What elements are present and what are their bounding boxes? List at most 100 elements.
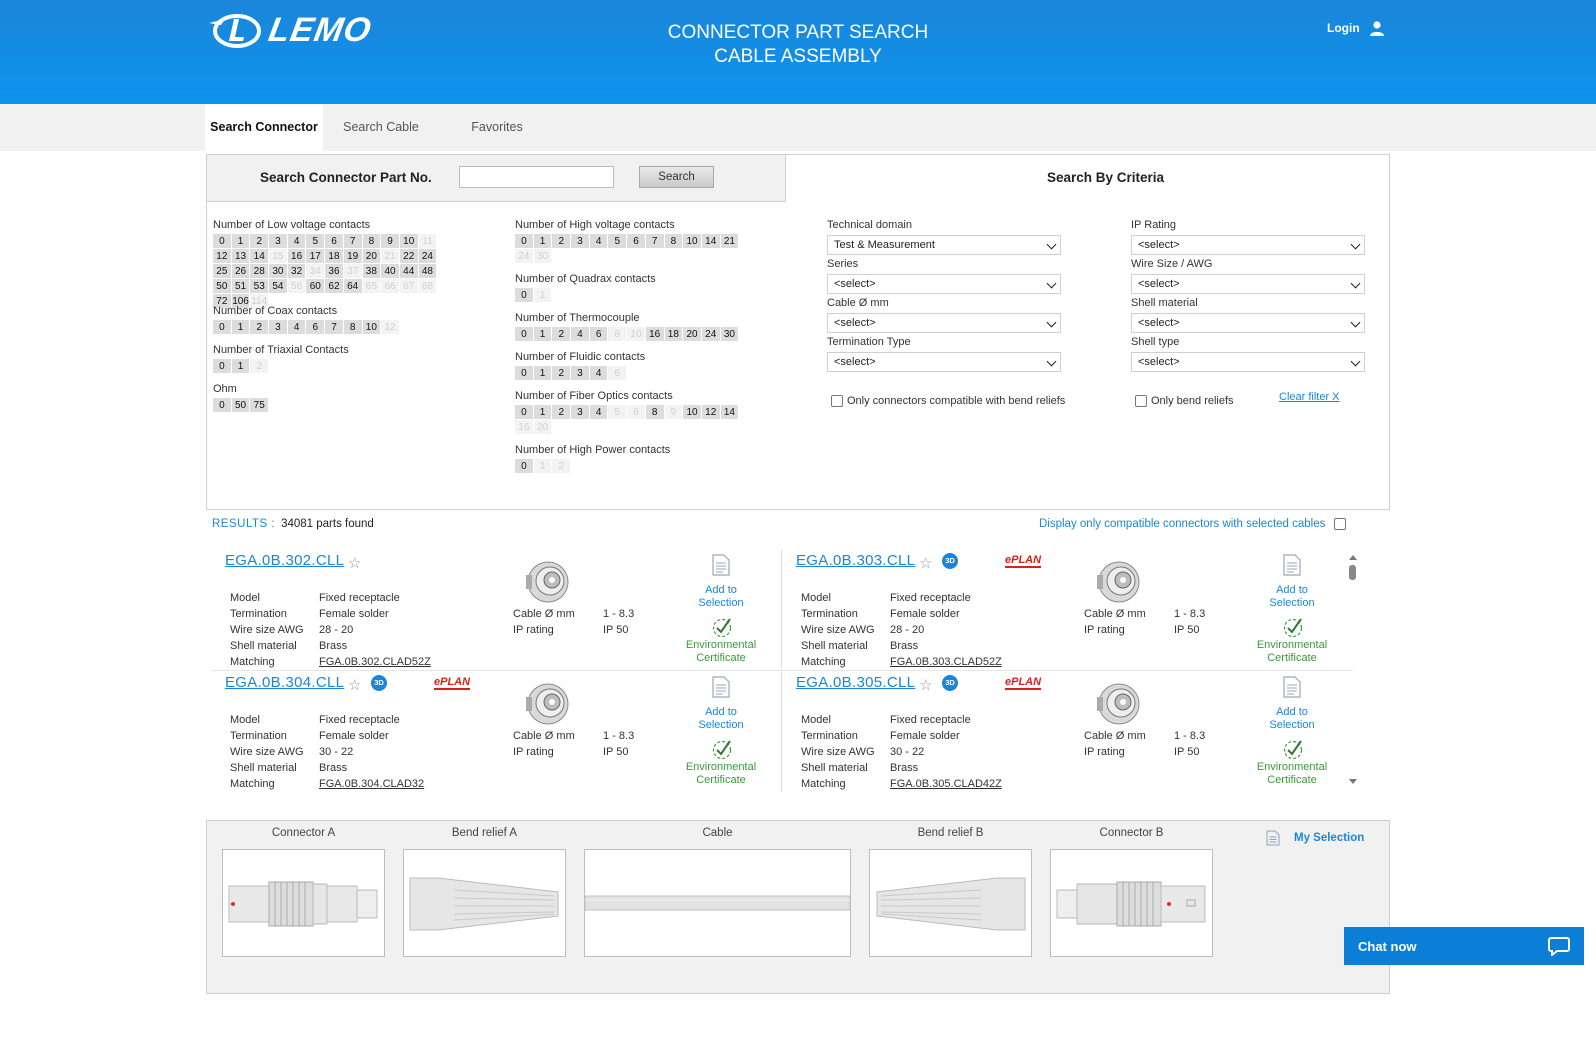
- contact-chip[interactable]: 10: [362, 320, 382, 335]
- connector-thumbnail[interactable]: [524, 557, 572, 605]
- contact-chip[interactable]: 75: [250, 398, 270, 413]
- contact-chip[interactable]: 13: [231, 249, 251, 264]
- contact-chip[interactable]: 17: [306, 249, 326, 264]
- contact-chip[interactable]: 0: [515, 459, 534, 474]
- contact-chip[interactable]: 16: [645, 327, 665, 342]
- scroll-down-icon[interactable]: [1349, 779, 1357, 784]
- contact-chip[interactable]: 40: [381, 264, 400, 279]
- contact-chip[interactable]: 20: [683, 327, 702, 342]
- cable-slot[interactable]: Cable: [584, 827, 851, 957]
- environmental-check-icon[interactable]: [711, 616, 733, 638]
- bend-relief-a-slot[interactable]: Bend relief A: [403, 827, 566, 957]
- 3d-model-icon[interactable]: 3D: [942, 675, 958, 691]
- contact-chip[interactable]: 7: [343, 234, 363, 249]
- contact-chip[interactable]: 12: [701, 405, 721, 420]
- contact-chip[interactable]: 48: [418, 264, 438, 279]
- contact-chip[interactable]: 0: [213, 234, 232, 249]
- contact-chip[interactable]: 2: [250, 234, 270, 249]
- favorite-star-icon[interactable]: ☆: [919, 554, 932, 572]
- contact-chip[interactable]: 12: [213, 249, 232, 264]
- eplan-icon[interactable]: ePLAN: [1005, 676, 1042, 690]
- contact-chip[interactable]: 0: [515, 405, 534, 420]
- contact-chip[interactable]: 10: [399, 234, 419, 249]
- contact-chip[interactable]: 3: [269, 234, 288, 249]
- connector-a-image[interactable]: [222, 849, 385, 957]
- datasheet-icon[interactable]: [711, 676, 731, 698]
- eplan-icon[interactable]: ePLAN: [1005, 554, 1042, 568]
- contact-chip[interactable]: 0: [515, 288, 534, 303]
- contact-chip[interactable]: 2: [552, 366, 572, 381]
- login-link[interactable]: Login: [1327, 20, 1385, 36]
- contact-chip[interactable]: 16: [287, 249, 307, 264]
- bend-compatible-option[interactable]: Only connectors compatible with bend rel…: [831, 395, 1065, 407]
- contact-chip[interactable]: 5: [306, 234, 326, 249]
- eplan-icon[interactable]: ePLAN: [434, 676, 471, 690]
- contact-chip[interactable]: 18: [325, 249, 344, 264]
- bend-relief-a-image[interactable]: [403, 849, 566, 957]
- contact-chip[interactable]: 54: [269, 279, 288, 294]
- contact-chip[interactable]: 4: [589, 405, 609, 420]
- compat-checkbox[interactable]: [1334, 518, 1347, 530]
- contact-chip[interactable]: 2: [552, 405, 572, 420]
- only-bend-reliefs-option[interactable]: Only bend reliefs: [1135, 395, 1234, 407]
- contact-chip[interactable]: 64: [343, 279, 363, 294]
- cable-diameter-select[interactable]: <select>: [827, 313, 1061, 333]
- environmental-check-icon[interactable]: [1282, 738, 1304, 760]
- bend-relief-b-image[interactable]: [869, 849, 1032, 957]
- datasheet-icon[interactable]: [1282, 554, 1302, 576]
- contact-chip[interactable]: 60: [306, 279, 326, 294]
- clear-filter-link[interactable]: Clear filter X: [1279, 391, 1340, 403]
- contact-chip[interactable]: 7: [325, 320, 344, 335]
- contact-chip[interactable]: 14: [250, 249, 270, 264]
- tab-favorites[interactable]: Favorites: [439, 104, 555, 151]
- contact-chip[interactable]: 24: [418, 249, 438, 264]
- contact-chip[interactable]: 2: [552, 327, 572, 342]
- add-to-selection-link[interactable]: Add to Selection: [1256, 706, 1328, 732]
- datasheet-icon[interactable]: [1282, 676, 1302, 698]
- contact-chip[interactable]: 1: [533, 405, 553, 420]
- contact-chip[interactable]: 10: [683, 405, 702, 420]
- favorite-star-icon[interactable]: ☆: [919, 676, 932, 694]
- contact-chip[interactable]: 4: [589, 366, 609, 381]
- part-number-link[interactable]: EGA.0B.304.CLL: [225, 674, 344, 691]
- contact-chip[interactable]: 1: [533, 366, 553, 381]
- part-number-link[interactable]: EGA.0B.302.CLL: [225, 552, 344, 569]
- favorite-star-icon[interactable]: ☆: [348, 554, 361, 572]
- 3d-model-icon[interactable]: 3D: [371, 675, 387, 691]
- environmental-check-icon[interactable]: [711, 738, 733, 760]
- contact-chip[interactable]: 2: [250, 320, 270, 335]
- contact-chip[interactable]: 1: [533, 327, 553, 342]
- only-bend-reliefs-checkbox[interactable]: [1135, 395, 1147, 407]
- contact-chip[interactable]: 44: [399, 264, 419, 279]
- contact-chip[interactable]: 0: [213, 398, 232, 413]
- my-selection-link[interactable]: My Selection: [1266, 830, 1364, 846]
- contact-chip[interactable]: 0: [515, 327, 534, 342]
- property-value[interactable]: FGA.0B.302.CLAD52Z: [319, 654, 431, 670]
- favorite-star-icon[interactable]: ☆: [348, 676, 361, 694]
- contact-chip[interactable]: 8: [343, 320, 363, 335]
- bend-relief-b-slot[interactable]: Bend relief B: [869, 827, 1032, 957]
- contact-chip[interactable]: 3: [571, 234, 590, 249]
- contact-chip[interactable]: 14: [720, 405, 740, 420]
- connector-a-slot[interactable]: Connector A: [222, 827, 385, 957]
- datasheet-icon[interactable]: [711, 554, 731, 576]
- technical-domain-select[interactable]: Test & Measurement: [827, 235, 1061, 255]
- contact-chip[interactable]: 24: [701, 327, 721, 342]
- contact-chip[interactable]: 21: [720, 234, 740, 249]
- series-select[interactable]: <select>: [827, 274, 1061, 294]
- contact-chip[interactable]: 4: [287, 320, 307, 335]
- contact-chip[interactable]: 6: [306, 320, 326, 335]
- contact-chip[interactable]: 6: [325, 234, 344, 249]
- environmental-certificate-link[interactable]: Environmental Certificate: [677, 761, 765, 787]
- termination-type-select[interactable]: <select>: [827, 352, 1061, 372]
- contact-chip[interactable]: 8: [362, 234, 382, 249]
- contact-chip[interactable]: 53: [250, 279, 270, 294]
- compat-toggle[interactable]: Display only compatible connectors with …: [1039, 518, 1347, 530]
- contact-chip[interactable]: 14: [701, 234, 721, 249]
- part-number-input[interactable]: [459, 166, 614, 188]
- contact-chip[interactable]: 6: [627, 234, 646, 249]
- search-button[interactable]: Search: [639, 166, 714, 188]
- contact-chip[interactable]: 32: [287, 264, 307, 279]
- environmental-certificate-link[interactable]: Environmental Certificate: [677, 639, 765, 665]
- contact-chip[interactable]: 9: [381, 234, 400, 249]
